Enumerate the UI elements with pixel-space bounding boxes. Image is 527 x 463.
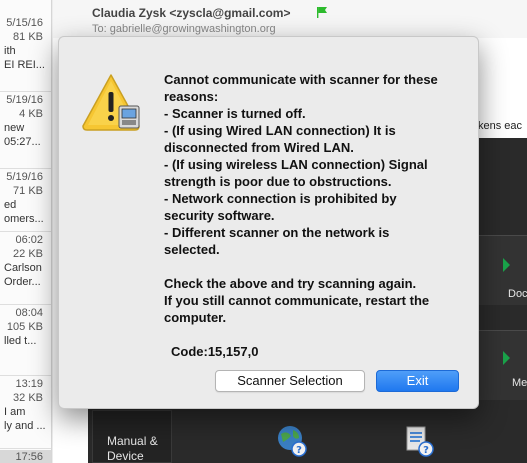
sender-address: Claudia Zysk <zyscla@gmail.com> — [92, 6, 291, 20]
document-icon — [503, 258, 510, 272]
message-line: Check the above and try scanning again. — [164, 276, 417, 291]
message-header: Claudia Zysk <zyscla@gmail.com> To: gabr… — [53, 0, 527, 38]
message-line: selected. — [164, 242, 220, 257]
message-preview: ed — [4, 199, 17, 211]
svg-text:?: ? — [423, 445, 429, 456]
message-size: 32 KB — [13, 392, 43, 404]
message-line: disconnected from Wired LAN. — [164, 140, 354, 155]
svg-text:?: ? — [296, 445, 302, 456]
document-help-icon[interactable]: ? — [402, 424, 436, 458]
message-preview: new — [4, 122, 25, 134]
manual-device-tab[interactable]: Manual & Device — [92, 410, 172, 463]
message-preview: omers... — [4, 213, 44, 225]
menu-icon — [503, 351, 510, 365]
message-date: 13:19 — [15, 378, 43, 390]
message-size: 81 KB — [13, 31, 43, 43]
error-code: Code:15,157,0 — [171, 344, 259, 359]
message-line: - (If using wireless LAN connection) Sig… — [164, 157, 428, 172]
message-preview: I am — [4, 406, 26, 418]
message-list-item[interactable]: 5/15/16 81 KB ith EI REI... — [0, 16, 51, 92]
message-preview: ith — [4, 45, 16, 57]
message-date: 08:04 — [15, 307, 43, 319]
message-line: - (If using Wired LAN connection) It is — [164, 123, 396, 138]
message-preview: Order... — [4, 276, 41, 288]
obscured-body-text: kens eac — [478, 120, 523, 132]
message-date: 17:56 — [15, 451, 43, 463]
message-list-item[interactable]: 08:04 105 KB lled t... — [0, 306, 51, 376]
message-date: 5/19/16 — [6, 94, 43, 106]
message-line: reasons: — [164, 89, 219, 104]
message-list-item[interactable]: 5/19/16 71 KB ed omers... — [0, 170, 51, 232]
message-list: 5/15/16 81 KB ith EI REI... 5/19/16 4 KB new 05… — [0, 0, 52, 463]
message-line: - Network connection is prohibited by — [164, 191, 397, 206]
scanner-menu-button[interactable]: Me — [478, 330, 527, 400]
scanner-menu-label: Me — [512, 377, 527, 389]
message-line: - Different scanner on the network is — [164, 225, 390, 240]
message-preview: Carlson — [4, 262, 42, 274]
message-list-item[interactable]: 17:56 — [0, 450, 51, 463]
error-message: Cannot communicate with scanner for thes… — [164, 71, 464, 326]
message-size: 4 KB — [19, 108, 43, 120]
scanner-error-dialog: Cannot communicate with scanner for thes… — [58, 36, 479, 409]
message-size: 71 KB — [13, 185, 43, 197]
message-line: If you still cannot communicate, restart… — [164, 293, 430, 308]
globe-help-icon[interactable]: ? — [275, 424, 309, 458]
message-size: 22 KB — [13, 248, 43, 260]
recipient-address: To: gabrielle@growingwashington.org — [92, 23, 276, 35]
message-line: security software. — [164, 208, 275, 223]
scanner-doc-label: Doc — [508, 288, 527, 300]
message-preview: EI REI... — [4, 59, 45, 71]
message-list-item[interactable]: 06:02 22 KB Carlson Order... — [0, 233, 51, 305]
scanner-selection-button[interactable]: Scanner Selection — [215, 370, 365, 392]
manual-label: Manual & — [107, 434, 158, 448]
message-preview: lled t... — [4, 335, 37, 347]
message-line: strength is poor due to obstructions. — [164, 174, 392, 189]
exit-button[interactable]: Exit — [376, 370, 459, 392]
message-line: - Scanner is turned off. — [164, 106, 306, 121]
message-date: 5/19/16 — [6, 171, 43, 183]
message-line: computer. — [164, 310, 227, 325]
caution-scanner-icon — [82, 74, 140, 131]
message-preview: ly and ... — [4, 420, 46, 432]
device-label: Device — [107, 449, 144, 463]
message-list-item[interactable]: 13:19 32 KB I am ly and ... — [0, 377, 51, 449]
message-date: 06:02 — [15, 234, 43, 246]
message-list-item[interactable]: 5/19/16 4 KB new 05:27... — [0, 93, 51, 169]
message-date: 5/15/16 — [6, 17, 43, 29]
scanner-doc-button[interactable]: Doc — [478, 235, 527, 305]
flag-icon[interactable] — [316, 6, 328, 18]
message-size: 105 KB — [6, 321, 43, 333]
message-line: Cannot communicate with scanner for thes… — [164, 72, 438, 87]
message-preview: 05:27... — [4, 136, 41, 148]
